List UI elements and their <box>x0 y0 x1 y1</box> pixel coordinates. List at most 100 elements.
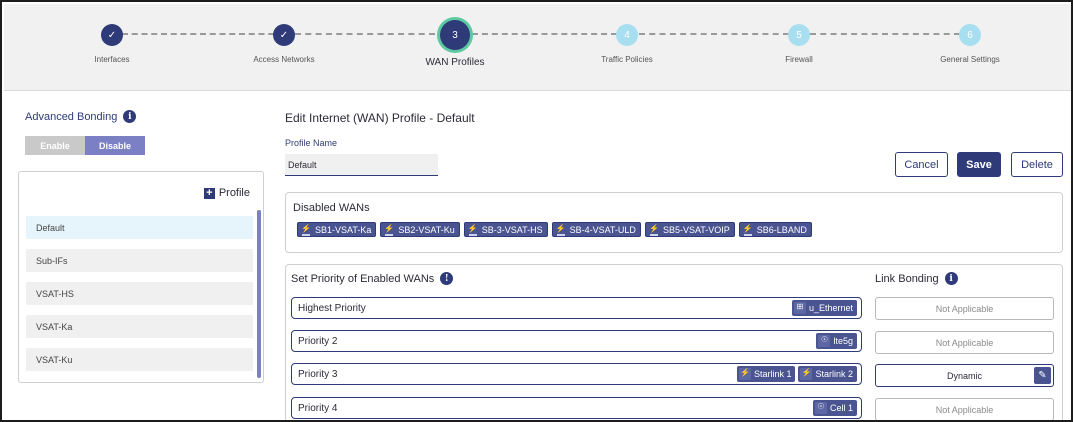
wan-chip[interactable]: ⚡ SB6-LBAND <box>738 222 812 237</box>
step-label: WAN Profiles <box>425 57 485 68</box>
satellite-icon: ⚡ <box>648 224 660 236</box>
wan-chip[interactable]: ⚡ Starlink 2 <box>798 366 857 382</box>
wan-chip-label: u_Ethernet <box>808 303 853 313</box>
priority-wans: ⊞ u_Ethernet <box>791 300 857 316</box>
page-title: Edit Internet (WAN) Profile - Default <box>285 111 475 125</box>
wan-chip-label: lte5g <box>833 336 853 346</box>
wan-chip-label: Cell 1 <box>829 403 853 413</box>
wan-chip-label: Starlink 2 <box>815 369 853 379</box>
link-bonding-field[interactable]: Dynamic ✎ <box>875 364 1054 387</box>
info-icon[interactable]: i <box>944 272 958 285</box>
wan-chip[interactable]: ⊞ u_Ethernet <box>791 300 857 316</box>
wan-chip-label: SB-3-VSAT-HS <box>481 224 543 235</box>
link-bonding-title: Link Bonding i <box>875 272 958 285</box>
wan-chip[interactable]: ⚡ SB-3-VSAT-HS <box>463 222 548 237</box>
profile-list-scrollbar[interactable] <box>257 210 261 378</box>
satellite-icon: ⚡ <box>800 368 813 380</box>
priority-row-3[interactable]: Priority 3 ⚡ Starlink 1 ⚡ Starlink 2 <box>291 363 862 385</box>
add-profile-button[interactable]: + Profile <box>203 187 250 199</box>
satellite-icon: ⚡ <box>555 224 567 236</box>
disabled-wans-box: Disabled WANs ⚡ SB1-VSAT-Ka ⚡ SB2-VSAT-Ku … <box>285 192 1063 253</box>
app-frame: ✓ Interfaces ✓ Access Networks 3 WAN Pro… <box>0 0 1073 422</box>
step-access-networks[interactable]: ✓ Access Networks <box>214 24 354 64</box>
satellite-icon: ⚡ <box>467 224 479 236</box>
wan-chip[interactable]: ⚡ SB2-VSAT-Ku <box>380 222 460 237</box>
wan-chip-label: SB-4-VSAT-ULD <box>569 224 636 235</box>
wan-chip-label: Starlink 1 <box>753 369 792 379</box>
link-bonding-field: Not Applicable <box>875 331 1054 354</box>
profile-item-sub-ifs[interactable]: Sub-IFs <box>26 249 253 272</box>
priority-label: Highest Priority <box>298 302 366 314</box>
alert-icon[interactable]: ! <box>440 272 454 285</box>
satellite-icon: ⚡ <box>738 368 751 380</box>
wan-chip-label: SB5-VSAT-VOIP <box>662 224 730 235</box>
wan-chip[interactable]: ☉ lte5g <box>816 333 857 349</box>
priority-label: Priority 2 <box>298 335 338 347</box>
check-icon: ✓ <box>273 24 295 46</box>
info-icon[interactable]: i <box>123 110 137 123</box>
profile-list: Default Sub-IFs VSAT-HS VSAT-Ka VSAT-Ku <box>26 216 253 381</box>
priority-row-4[interactable]: Priority 4 ☉ Cell 1 <box>291 397 862 419</box>
satellite-icon: ⚡ <box>383 224 395 236</box>
step-firewall[interactable]: 5 Firewall <box>729 24 869 64</box>
wan-chip[interactable]: ⚡ SB5-VSAT-VOIP <box>644 222 735 237</box>
step-label: Interfaces <box>94 55 130 64</box>
step-general-settings[interactable]: 6 General Settings <box>900 24 1040 64</box>
profile-name-input[interactable] <box>285 154 438 176</box>
priority-label: Priority 4 <box>298 402 338 414</box>
priority-wans: ⚡ Starlink 1 ⚡ Starlink 2 <box>736 366 857 382</box>
wan-chip[interactable]: ☉ Cell 1 <box>812 400 857 416</box>
priority-wans: ☉ lte5g <box>816 333 857 349</box>
disabled-wans-title: Disabled WANs <box>293 202 370 214</box>
priority-row-highest[interactable]: Highest Priority ⊞ u_Ethernet <box>291 297 862 319</box>
save-button[interactable]: Save <box>957 152 1001 177</box>
step-traffic-policies[interactable]: 4 Traffic Policies <box>557 24 697 64</box>
step-label: General Settings <box>940 55 1000 64</box>
scrollbar-thumb[interactable] <box>257 210 261 378</box>
profile-item-vsat-ku[interactable]: VSAT-Ku <box>26 348 253 371</box>
link-bonding-label: Link Bonding <box>875 272 939 285</box>
priority-row-2[interactable]: Priority 2 ☉ lte5g <box>291 330 862 352</box>
cellular-icon: ☉ <box>818 335 831 347</box>
enable-button[interactable]: Enable <box>25 136 85 155</box>
link-bonding-field: Not Applicable <box>875 398 1054 420</box>
step-wan-profiles[interactable]: 3 WAN Profiles <box>385 20 525 68</box>
advanced-bonding-toggle: Enable Disable <box>25 136 145 155</box>
priority-label: Priority 3 <box>298 368 338 380</box>
delete-button[interactable]: Delete <box>1011 152 1063 177</box>
pencil-icon[interactable]: ✎ <box>1034 367 1051 384</box>
advanced-bonding-title: Advanced Bonding i <box>25 110 137 123</box>
profile-list-panel: + Profile Default Sub-IFs VSAT-HS VSAT-K… <box>18 171 264 383</box>
priority-title-label: Set Priority of Enabled WANs <box>291 272 435 285</box>
setup-stepper: ✓ Interfaces ✓ Access Networks 3 WAN Pro… <box>4 4 1071 91</box>
profile-item-vsat-ka[interactable]: VSAT-Ka <box>26 315 253 338</box>
wan-chip[interactable]: ⚡ SB1-VSAT-Ka <box>297 222 377 237</box>
step-label: Firewall <box>785 55 813 64</box>
step-number: 6 <box>959 24 981 46</box>
ethernet-icon: ⊞ <box>793 302 806 314</box>
link-bonding-value: Dynamic <box>946 370 982 381</box>
disable-button[interactable]: Disable <box>85 136 145 155</box>
profile-name-label: Profile Name <box>285 138 338 148</box>
step-number: 5 <box>788 24 810 46</box>
priority-wans: ☉ Cell 1 <box>812 400 857 416</box>
profile-item-vsat-hs[interactable]: VSAT-HS <box>26 282 253 305</box>
check-icon: ✓ <box>101 24 123 46</box>
step-interfaces[interactable]: ✓ Interfaces <box>42 24 182 64</box>
cellular-icon: ☉ <box>814 402 827 414</box>
wan-chip-label: SB2-VSAT-Ku <box>398 224 455 235</box>
link-bonding-field: Not Applicable <box>875 297 1054 320</box>
satellite-icon: ⚡ <box>742 224 754 236</box>
step-number: 4 <box>616 24 638 46</box>
step-label: Traffic Policies <box>601 55 653 64</box>
wan-chip[interactable]: ⚡ SB-4-VSAT-ULD <box>551 222 641 237</box>
add-profile-label: Profile <box>218 187 250 199</box>
cancel-button[interactable]: Cancel <box>895 152 948 177</box>
wan-chip[interactable]: ⚡ Starlink 1 <box>736 366 796 382</box>
wan-chip-label: SB1-VSAT-Ka <box>315 224 372 235</box>
plus-icon: + <box>203 187 215 199</box>
profile-item-default[interactable]: Default <box>26 216 253 239</box>
disabled-wans-list: ⚡ SB1-VSAT-Ka ⚡ SB2-VSAT-Ku ⚡ SB-3-VSAT-HS … <box>297 222 812 237</box>
satellite-icon: ⚡ <box>300 224 312 236</box>
wan-chip-label: SB6-LBAND <box>756 224 807 235</box>
